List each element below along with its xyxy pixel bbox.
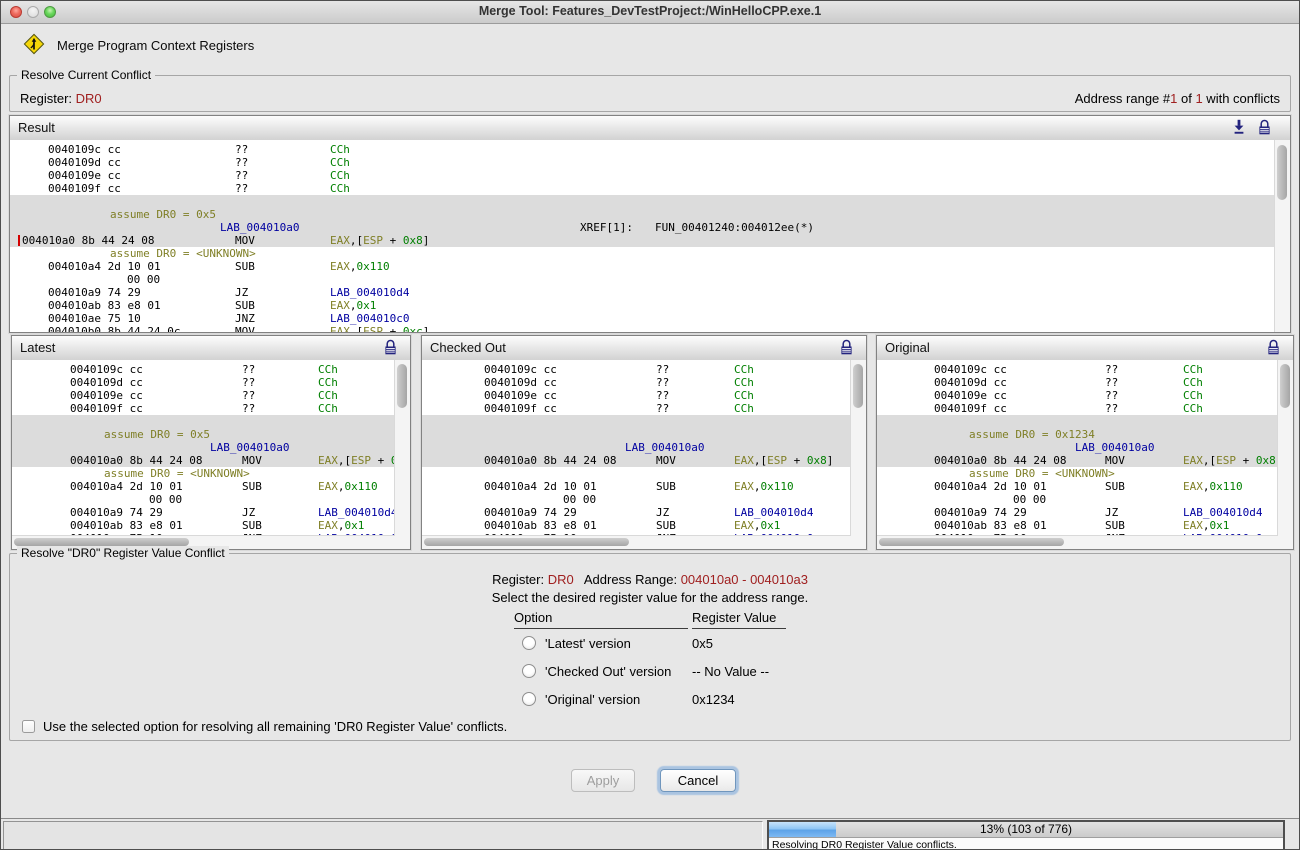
option-column-header: Option (514, 610, 688, 629)
result-pane-body: 0040109c cc??CCh0040109d cc??CCh0040109e… (10, 140, 1290, 332)
checked-out-version-radio[interactable] (522, 664, 536, 678)
result-pane-header: Result (10, 116, 1290, 141)
address-range-indicator: Address range #1 of 1 with conflicts (1075, 91, 1280, 106)
scrollbar-thumb[interactable] (397, 364, 407, 408)
phase-title: Merge Program Context Registers (57, 38, 254, 53)
checked-out-horizontal-scrollbar[interactable] (422, 535, 851, 549)
lock-icon[interactable] (840, 339, 856, 357)
latest-pane-body: 0040109c cc??CCh0040109d cc??CCh0040109e… (12, 360, 410, 549)
latest-listing[interactable]: 0040109c cc??CCh0040109d cc??CCh0040109e… (12, 360, 395, 536)
original-listing[interactable]: 0040109c cc??CCh0040109d cc??CCh0040109e… (877, 360, 1278, 536)
original-register-value: 0x1234 (692, 692, 735, 707)
lock-icon[interactable] (1258, 119, 1274, 137)
latest-version-radio[interactable] (522, 636, 536, 650)
checked-out-pane-title: Checked Out (430, 340, 506, 355)
titlebar: Merge Tool: Features_DevTestProject:/Win… (1, 1, 1299, 24)
progress-message: Resolving DR0 Register Value conflicts. (769, 838, 1283, 850)
option-label[interactable]: 'Latest' version (545, 636, 631, 651)
original-pane-title: Original (885, 340, 930, 355)
checked-out-pane-header: Checked Out (422, 336, 866, 361)
group-title: Resolve Current Conflict (17, 68, 155, 82)
latest-register-value: 0x5 (692, 636, 713, 651)
register-value-column-header: Register Value (692, 610, 786, 629)
progress-bar: 13% (103 of 776) (769, 822, 1283, 838)
register-name: DR0 (76, 91, 102, 106)
resolve-conflict-group: Resolve "DR0" Register Value Conflict Re… (9, 553, 1291, 741)
address-range: 004010a0 - 004010a3 (681, 572, 808, 587)
original-horizontal-scrollbar[interactable] (877, 535, 1278, 549)
original-pane-body: 0040109c cc??CCh0040109d cc??CCh0040109e… (877, 360, 1293, 549)
scrollbar-thumb[interactable] (1280, 364, 1290, 408)
scrollbar-thumb[interactable] (424, 538, 629, 546)
scrollbar-thumb[interactable] (14, 538, 189, 546)
conflict-summary: Register: DR0 Address Range: 004010a0 - … (10, 572, 1290, 587)
checked-out-vertical-scrollbar[interactable] (850, 360, 866, 549)
option-label[interactable]: 'Checked Out' version (545, 664, 671, 679)
result-vertical-scrollbar[interactable] (1274, 140, 1290, 332)
result-listing[interactable]: 0040109c cc??CCh0040109d cc??CCh0040109e… (10, 140, 1275, 332)
statusbar-divider (1, 818, 1299, 819)
original-vertical-scrollbar[interactable] (1277, 360, 1293, 549)
window-title: Merge Tool: Features_DevTestProject:/Win… (1, 4, 1299, 18)
progress-panel: 13% (103 of 776) Resolving DR0 Register … (767, 820, 1285, 849)
latest-vertical-scrollbar[interactable] (394, 360, 410, 549)
option-label[interactable]: 'Original' version (545, 692, 640, 707)
status-message-area (3, 821, 763, 850)
group-title: Resolve "DR0" Register Value Conflict (17, 546, 229, 560)
lock-icon[interactable] (1267, 339, 1283, 357)
resolve-current-conflict-group: Resolve Current Conflict Register: DR0 A… (9, 75, 1291, 112)
checked-out-listing[interactable]: 0040109c cc??CCh0040109d cc??CCh0040109e… (422, 360, 851, 536)
phase-header: Merge Program Context Registers (23, 34, 254, 56)
option-original[interactable]: 'Original' version (522, 691, 640, 707)
checked-out-pane-body: 0040109c cc??CCh0040109d cc??CCh0040109e… (422, 360, 866, 549)
original-version-radio[interactable] (522, 692, 536, 706)
scrollbar-thumb[interactable] (1277, 145, 1287, 200)
merge-tool-window: Merge Tool: Features_DevTestProject:/Win… (0, 0, 1300, 850)
original-pane-header: Original (877, 336, 1293, 361)
latest-pane-title: Latest (20, 340, 55, 355)
original-pane: Original 0040109c cc??CCh0040109d cc??CC… (876, 335, 1294, 550)
use-for-all-option[interactable]: Use the selected option for resolving al… (22, 719, 507, 734)
go-to-bottom-icon[interactable] (1232, 119, 1248, 137)
checkbox-label[interactable]: Use the selected option for resolving al… (43, 719, 507, 734)
cancel-button[interactable]: Cancel (660, 769, 736, 792)
checked-out-register-value: -- No Value -- (692, 664, 769, 679)
result-pane-title: Result (18, 120, 55, 135)
use-for-all-checkbox[interactable] (22, 720, 35, 733)
current-register: Register: DR0 (20, 91, 102, 106)
scrollbar-thumb[interactable] (879, 538, 1064, 546)
progress-text: 13% (103 of 776) (769, 822, 1283, 837)
option-checked-out[interactable]: 'Checked Out' version (522, 663, 671, 679)
checked-out-pane: Checked Out 0040109c cc??CCh0040109d cc?… (421, 335, 867, 550)
register-name: DR0 (548, 572, 574, 587)
result-pane: Result 0040109c cc??CCh0040109 (9, 115, 1291, 333)
instruction-text: Select the desired register value for th… (10, 590, 1290, 605)
latest-pane: Latest 0040109c cc??CCh0040109d cc??CCh0… (11, 335, 411, 550)
apply-button[interactable]: Apply (571, 769, 635, 792)
scrollbar-thumb[interactable] (853, 364, 863, 408)
option-latest[interactable]: 'Latest' version (522, 635, 631, 651)
lock-icon[interactable] (384, 339, 400, 357)
latest-pane-header: Latest (12, 336, 410, 361)
merge-icon (23, 33, 45, 58)
